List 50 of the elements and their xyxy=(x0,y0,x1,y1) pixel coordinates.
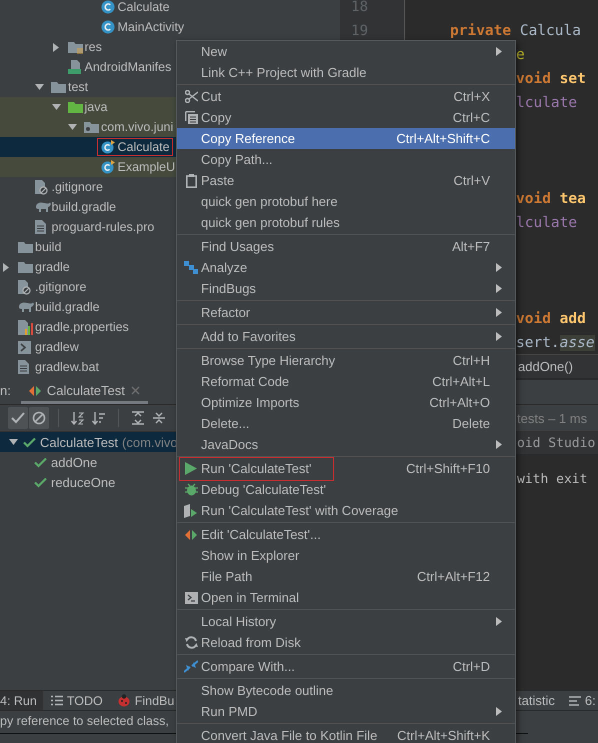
code-line: void add xyxy=(516,311,586,327)
console-line: with exit xyxy=(517,472,588,487)
console-line: oid Studio xyxy=(517,436,596,450)
file-name: com.vivo.juni xyxy=(101,120,174,134)
test-name: addOne xyxy=(51,454,98,470)
test-name: CalculateTest xyxy=(40,434,118,450)
status-message: py reference to selected class, xyxy=(0,713,169,728)
file-name: build.gradle xyxy=(52,200,116,214)
shortcut-label: Alt+F7 xyxy=(451,239,490,254)
file-name: build xyxy=(35,240,62,254)
shortcut-label: Ctrl+Alt+Shift+K xyxy=(396,728,490,743)
file-name: gradle xyxy=(35,260,70,274)
file-name: gradlew xyxy=(35,340,79,354)
file-name: Calculate xyxy=(118,140,170,154)
file-name: gradlew.bat xyxy=(35,360,99,374)
file-name: MainActivity xyxy=(118,20,184,34)
panel-label: n: xyxy=(0,383,12,400)
file-name: gradle.properties xyxy=(35,320,129,334)
file-name: .gitignore xyxy=(52,180,103,194)
shortcut-label: Ctrl+Alt+O xyxy=(428,395,490,410)
shortcut-label: Ctrl+X xyxy=(452,89,490,104)
shortcut-label: Ctrl+V xyxy=(452,173,490,188)
code-line: e xyxy=(516,47,525,63)
file-name: java xyxy=(84,100,108,114)
file-name: Calculate xyxy=(118,0,170,14)
test-package: (com.vivo xyxy=(122,434,178,450)
code-line: lculate xyxy=(516,215,578,231)
shortcut-label: Ctrl+Shift+F10 xyxy=(405,461,490,476)
code-line: lculate xyxy=(516,95,578,111)
shortcut-label: Ctrl+H xyxy=(452,353,490,368)
code-line: private Calcula xyxy=(450,23,581,39)
shortcut-label: Ctrl+Alt+L xyxy=(431,374,490,389)
test-status: tests – 1 ms xyxy=(517,410,588,426)
test-name: reduceOne xyxy=(51,474,116,490)
shortcut-label: Ctrl+D xyxy=(452,659,490,674)
file-name: .gitignore xyxy=(35,280,86,294)
menu-label: Run 'CalculateTest' xyxy=(201,461,312,476)
shortcut-label: Ctrl+Alt+F12 xyxy=(416,569,490,584)
file-name: AndroidManifes xyxy=(84,60,172,74)
code-line: void tea xyxy=(516,191,586,207)
file-name: ExampleU xyxy=(118,160,176,174)
file-name: res xyxy=(84,40,102,54)
shortcut-label: Ctrl+C xyxy=(452,110,490,125)
shortcut-label: Delete xyxy=(451,416,490,431)
file-name: proguard-rules.pro xyxy=(52,220,154,234)
code-line: sert.asse xyxy=(516,335,595,351)
code-line: void set xyxy=(516,71,586,87)
file-name: build.gradle xyxy=(35,300,100,314)
shortcut-label: Ctrl+Alt+Shift+C xyxy=(395,131,490,146)
file-name: test xyxy=(68,80,88,94)
